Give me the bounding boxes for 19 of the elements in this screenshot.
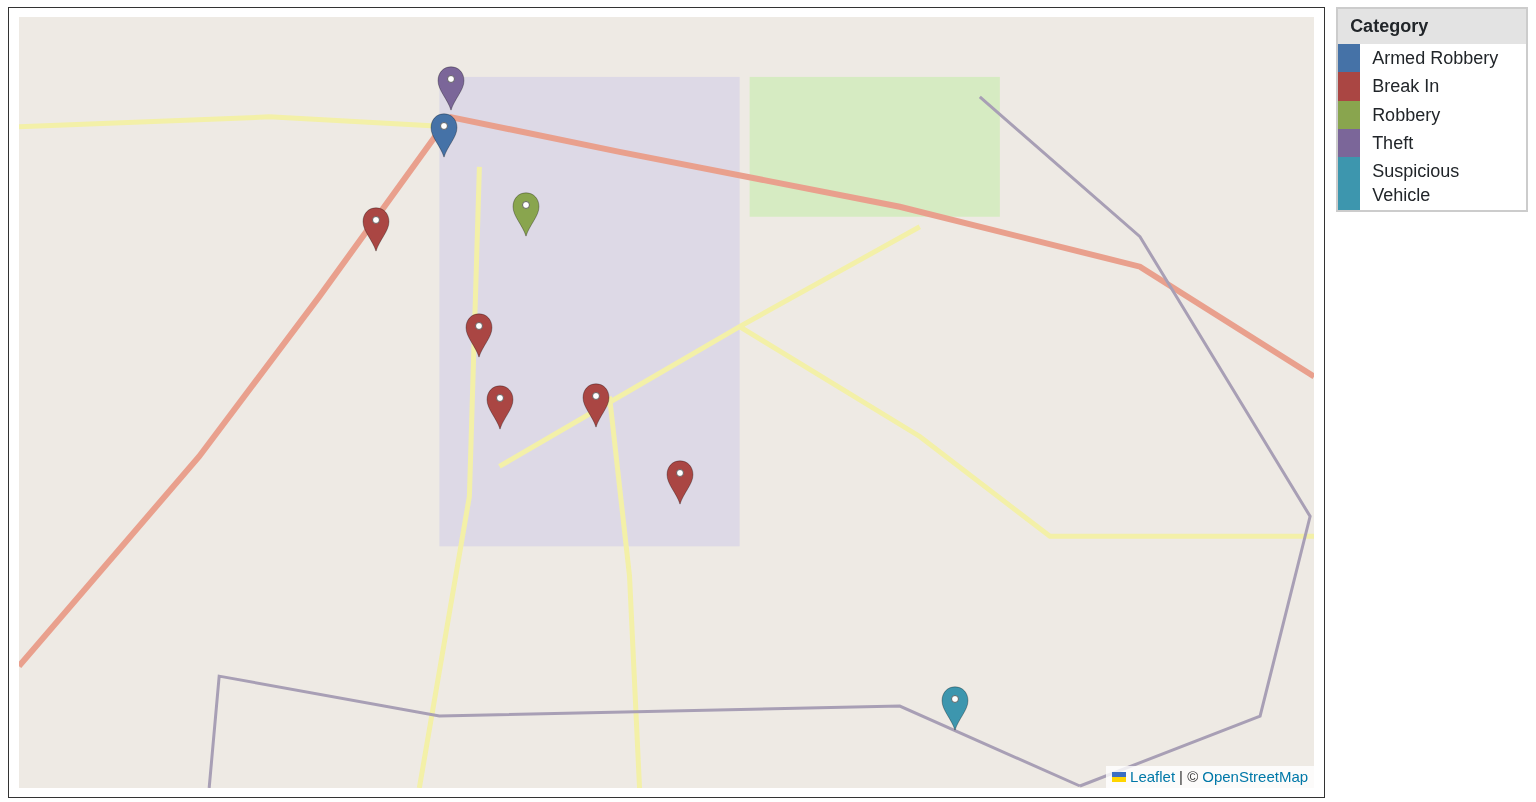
map-marker-icon[interactable] [362, 207, 390, 252]
legend-label: Robbery [1371, 103, 1442, 127]
legend-label: Armed Robbery [1371, 47, 1500, 70]
map-marker-icon[interactable] [486, 385, 514, 430]
legend-label: Suspicious Vehicle [1371, 160, 1461, 208]
map-marker-icon[interactable] [430, 113, 458, 158]
map-marker-icon[interactable] [512, 192, 540, 237]
attribution-separator: | © [1179, 766, 1199, 787]
openstreetmap-link[interactable]: OpenStreetMap [1202, 765, 1309, 788]
map-marker-icon[interactable] [666, 460, 694, 505]
map-marker-icon[interactable] [465, 313, 493, 358]
legend-label: Break In [1371, 75, 1441, 99]
leaflet-link[interactable]: Leaflet [1130, 765, 1176, 788]
map-marker-icon[interactable] [941, 686, 969, 731]
flag-icon [1112, 771, 1127, 782]
legend-title: Category [1338, 9, 1526, 44]
legend-label: Theft [1371, 131, 1415, 155]
map-marker-icon[interactable] [437, 66, 465, 111]
map-marker-icon[interactable] [582, 383, 610, 428]
